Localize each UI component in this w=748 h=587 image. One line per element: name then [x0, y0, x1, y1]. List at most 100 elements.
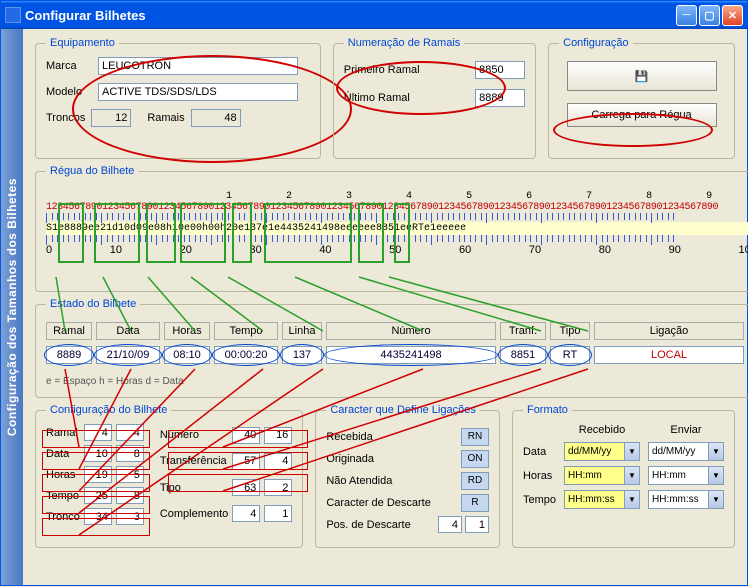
annotation-ellipse — [336, 61, 506, 115]
estado-legend: Estado do Bilhete — [46, 298, 140, 310]
estado-group: Estado do Bilhete RamalDataHorasTempoLin… — [35, 298, 748, 398]
estado-header: Ligação — [594, 322, 744, 340]
caracter-label: Caracter de Descarte — [326, 497, 431, 509]
formato-combo[interactable]: HH:mm:ss▼ — [648, 490, 724, 509]
annotation-red-box — [168, 474, 308, 492]
chevron-down-icon: ▼ — [708, 467, 723, 484]
formato-combo[interactable]: HH:mm▼ — [648, 466, 724, 485]
cfgbilhete-legend: Configuração do Bilhete — [46, 404, 171, 416]
estado-header: Tempo — [214, 322, 278, 340]
configuracao-group: Configuração 💾 Carrega para Régua — [548, 37, 735, 159]
cfg-start-input[interactable] — [232, 505, 260, 522]
estado-legend-small: e = Espaço h = Horas d = Data — [46, 376, 744, 387]
configuracao-legend: Configuração — [559, 37, 632, 49]
estado-header: Tipo — [550, 322, 590, 340]
minimize-button[interactable]: ─ — [676, 5, 697, 26]
caracter-row: Recebida RN — [326, 428, 489, 446]
estado-header: Ramal — [46, 322, 92, 340]
cfg-label: Complemento — [160, 508, 228, 520]
app-icon — [5, 7, 21, 23]
pos-descarte-label: Pos. de Descarte — [326, 519, 410, 531]
estado-header: Horas — [164, 322, 210, 340]
caracter-value[interactable]: RD — [461, 472, 489, 490]
caracter-value[interactable]: ON — [461, 450, 489, 468]
annotation-red-box — [42, 430, 150, 448]
chevron-down-icon: ▼ — [624, 467, 639, 484]
annotation-green-box — [146, 203, 176, 263]
ruler-top-majors: 1 2 3 4 5 6 7 8 9 0 1 — [46, 191, 748, 202]
annotation-green-box — [394, 203, 410, 263]
chevron-down-icon: ▼ — [708, 491, 723, 508]
annotation-red-box — [42, 496, 150, 514]
annotation-green-box — [94, 203, 140, 263]
maximize-button[interactable]: ▢ — [699, 5, 720, 26]
formato-col-recebido: Recebido — [564, 424, 640, 436]
annotation-red-box — [42, 452, 150, 470]
annotation-red-box — [42, 518, 150, 536]
cfgbilhete-group: Configuração do Bilhete RamalDataHorasTe… — [35, 404, 303, 548]
estado-header: Data — [96, 322, 160, 340]
window-title: Configurar Bilhetes — [25, 8, 676, 23]
caracter-group: Caracter que Define Ligações Recebida RN O… — [315, 404, 500, 548]
formato-rows: Data dd/MM/yy▼ dd/MM/yy▼ Horas HH:mm▼ HH:mm▼ T… — [523, 442, 724, 509]
estado-header: Tranf. — [500, 322, 546, 340]
annotation-red-box — [168, 452, 308, 470]
equipamento-group: Equipamento Marca Modelo Troncos Ramais — [35, 37, 321, 159]
annotation-green-box — [58, 203, 84, 263]
formato-grid: Recebido Enviar — [523, 424, 724, 436]
cfg-len-input[interactable] — [264, 505, 292, 522]
sidebar: Configuração dos Tamanhos dos Bilhetes — [1, 29, 23, 585]
formato-col-enviar: Enviar — [648, 424, 724, 436]
regua-legend: Régua do Bilhete — [46, 165, 138, 177]
client-area: Equipamento Marca Modelo Troncos Ramais … — [23, 29, 747, 585]
caracter-rows: Recebida RN Originada ON Não Atendida RD Carac… — [326, 428, 489, 512]
caracter-label: Originada — [326, 453, 374, 465]
marca-label: Marca — [46, 60, 98, 72]
numeracao-group: Numeração de Ramais Primeiro Ramal Últim… — [333, 37, 536, 159]
caracter-value[interactable]: R — [461, 494, 489, 512]
formato-label: Data — [523, 446, 556, 458]
caracter-label: Não Atendida — [326, 475, 392, 487]
estado-values: 888921/10/0908:1000:00:20137443524149888… — [46, 346, 744, 364]
pos-a-input[interactable] — [438, 516, 462, 533]
estado-header: Número — [326, 322, 496, 340]
annotation-green-box — [264, 203, 352, 263]
chevron-down-icon: ▼ — [624, 491, 639, 508]
caracter-label: Recebida — [326, 431, 372, 443]
formato-label: Tempo — [523, 494, 556, 506]
annotation-ellipse — [72, 55, 352, 163]
pos-descarte-row: Pos. de Descarte — [326, 516, 489, 533]
annotation-red-box — [168, 430, 308, 448]
formato-legend: Formato — [523, 404, 572, 416]
formato-group: Formato Recebido Enviar Data dd/MM/yy▼ dd/… — [512, 404, 735, 548]
pos-b-input[interactable] — [465, 516, 489, 533]
annotation-green-box — [232, 203, 252, 263]
save-icon: 💾 — [635, 71, 649, 83]
close-button[interactable]: ✕ — [722, 5, 743, 26]
annotation-green-box — [358, 203, 384, 263]
titlebar[interactable]: Configurar Bilhetes ─ ▢ ✕ — [1, 1, 747, 29]
equipamento-legend: Equipamento — [46, 37, 119, 49]
estado-value: LOCAL — [594, 346, 744, 364]
numeracao-legend: Numeração de Ramais — [344, 37, 465, 49]
caracter-value[interactable]: RN — [461, 428, 489, 446]
formato-combo[interactable]: dd/MM/yy▼ — [564, 442, 640, 461]
annotation-red-box — [42, 474, 150, 492]
regua-group: Régua do Bilhete 1 2 3 4 5 6 7 8 9 0 1 1… — [35, 165, 748, 292]
estado-headers: RamalDataHorasTempoLinhaNúmeroTranf.Tipo… — [46, 322, 744, 340]
formato-combo[interactable]: HH:mm:ss▼ — [564, 490, 640, 509]
annotation-green-box — [180, 203, 226, 263]
formato-combo[interactable]: HH:mm▼ — [564, 466, 640, 485]
caracter-row: Não Atendida RD — [326, 472, 489, 490]
ruler: 1 2 3 4 5 6 7 8 9 0 1 123456789012345678… — [46, 191, 748, 281]
caracter-legend: Caracter que Define Ligações — [326, 404, 480, 416]
window: Configurar Bilhetes ─ ▢ ✕ Configuração d… — [0, 0, 748, 586]
chevron-down-icon: ▼ — [624, 443, 639, 460]
sidebar-title: Configuração dos Tamanhos dos Bilhetes — [5, 178, 19, 436]
formato-label: Horas — [523, 470, 556, 482]
annotation-ellipse — [553, 113, 713, 147]
formato-combo[interactable]: dd/MM/yy▼ — [648, 442, 724, 461]
estado-header: Linha — [282, 322, 322, 340]
save-button[interactable]: 💾 — [567, 61, 717, 91]
caracter-row: Caracter de Descarte R — [326, 494, 489, 512]
